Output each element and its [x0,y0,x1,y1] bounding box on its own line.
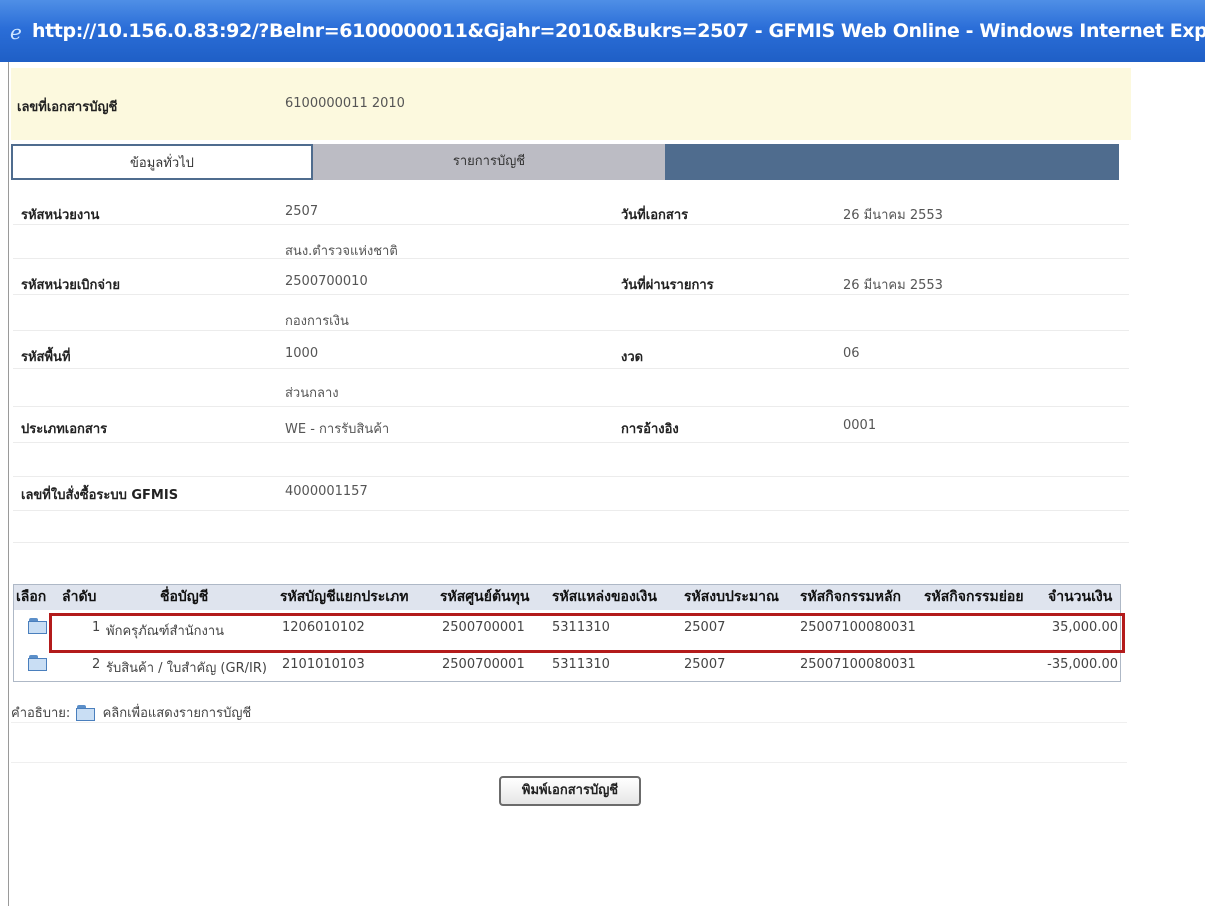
divider [11,722,1127,723]
folder-icon [76,705,96,722]
ie-logo-icon: e [10,20,22,44]
area-code-value: 1000 [285,346,319,361]
col-header-fund-source: รหัสแหล่งของเงิน [552,585,657,610]
po-number-label: เลขที่ใบสั่งซื้อระบบ GFMIS [21,488,179,503]
print-document-button[interactable]: พิมพ์เอกสารบัญชี [499,776,641,806]
row2-main-activity: 25007100080031 [800,657,916,672]
legend-text: คลิกเพื่อแสดงรายการบัญชี [102,706,252,721]
highlight-box [49,613,1125,653]
col-header-budget-code: รหัสงบประมาณ [684,585,780,610]
row2-account-name: รับสินค้า / ใบสำคัญ (GR/IR) [106,661,267,676]
document-header: เลขที่เอกสารบัญชี 6100000011 2010 [11,68,1131,140]
general-info-panel: รหัสหน่วยงาน 2507 สนง.ตำรวจแห่งชาติ รหัส… [13,190,1129,544]
doc-date-value: 26 มีนาคม 2553 [843,208,943,223]
col-header-main-activity: รหัสกิจกรรมหลัก [800,585,902,610]
area-name-value: ส่วนกลาง [285,386,339,401]
legend: คำอธิบาย: คลิกเพื่อแสดงรายการบัญชี [11,702,251,723]
disburse-name-value: กองการเงิน [285,314,349,329]
area-code-label: รหัสพื้นที่ [21,350,71,365]
row-divider [13,224,1129,225]
doc-date-label: วันที่เอกสาร [621,208,689,223]
row-divider [13,442,1129,443]
col-header-cost-center: รหัสศูนย์ต้นทุน [440,585,530,610]
row2-amount: -35,000.00 [1047,657,1118,672]
tab-bar: ข้อมูลทั่วไป รายการบัญชี [11,144,1119,180]
row-divider [13,406,1129,407]
doc-type-label: ประเภทเอกสาร [21,422,108,437]
row-divider [13,258,1129,259]
disburse-code-label: รหัสหน่วยเบิกจ่าย [21,278,120,293]
row2-budget-code: 25007 [684,657,726,672]
row-divider [13,294,1129,295]
row-divider [13,330,1129,331]
row-divider [13,368,1129,369]
row2-fund-source: 5311310 [552,657,610,672]
col-header-seq: ลำดับ [62,585,97,610]
col-header-sub-activity: รหัสกิจกรรมย่อย [924,585,1024,610]
window-title: http://10.156.0.83:92/?Belnr=6100000011&… [32,20,1205,42]
tab-general-info[interactable]: ข้อมูลทั่วไป [11,144,313,180]
col-header-gl-code: รหัสบัญชีแยกประเภท [280,585,409,610]
folder-icon[interactable] [28,618,48,635]
col-header-amount: จำนวนเงิน [1048,585,1113,610]
tab-account-items[interactable]: รายการบัญชี [313,144,665,180]
period-label: งวด [621,350,644,365]
row2-gl-code: 2101010103 [282,657,365,672]
disburse-code-value: 2500700010 [285,274,368,289]
row2-seq: 2 [92,657,101,672]
posting-date-label: วันที่ผ่านรายการ [621,278,714,293]
row-divider [13,510,1129,511]
reference-label: การอ้างอิง [621,422,679,437]
col-header-account-name: ชื่อบัญชี [160,585,209,610]
period-value: 06 [843,346,860,361]
doc-type-value: WE - การรับสินค้า [285,422,390,437]
unit-code-label: รหัสหน่วยงาน [21,208,100,223]
row-divider [13,542,1129,543]
doc-number-value: 6100000011 2010 [285,96,405,111]
row2-cost-center: 2500700001 [442,657,525,672]
unit-code-value: 2507 [285,204,319,219]
page-content: เลขที่เอกสารบัญชี 6100000011 2010 ข้อมูล… [8,62,1205,906]
unit-name-value: สนง.ตำรวจแห่งชาติ [285,244,398,259]
doc-number-label: เลขที่เอกสารบัญชี [17,100,118,115]
folder-icon[interactable] [28,655,48,672]
window-title-bar: e http://10.156.0.83:92/?Belnr=610000001… [0,0,1205,62]
po-number-value: 4000001157 [285,484,368,499]
legend-prefix: คำอธิบาย: [11,706,71,721]
reference-value: 0001 [843,418,877,433]
row-divider [13,476,1129,477]
col-header-select: เลือก [16,585,47,610]
posting-date-value: 26 มีนาคม 2553 [843,278,943,293]
divider [11,762,1127,763]
